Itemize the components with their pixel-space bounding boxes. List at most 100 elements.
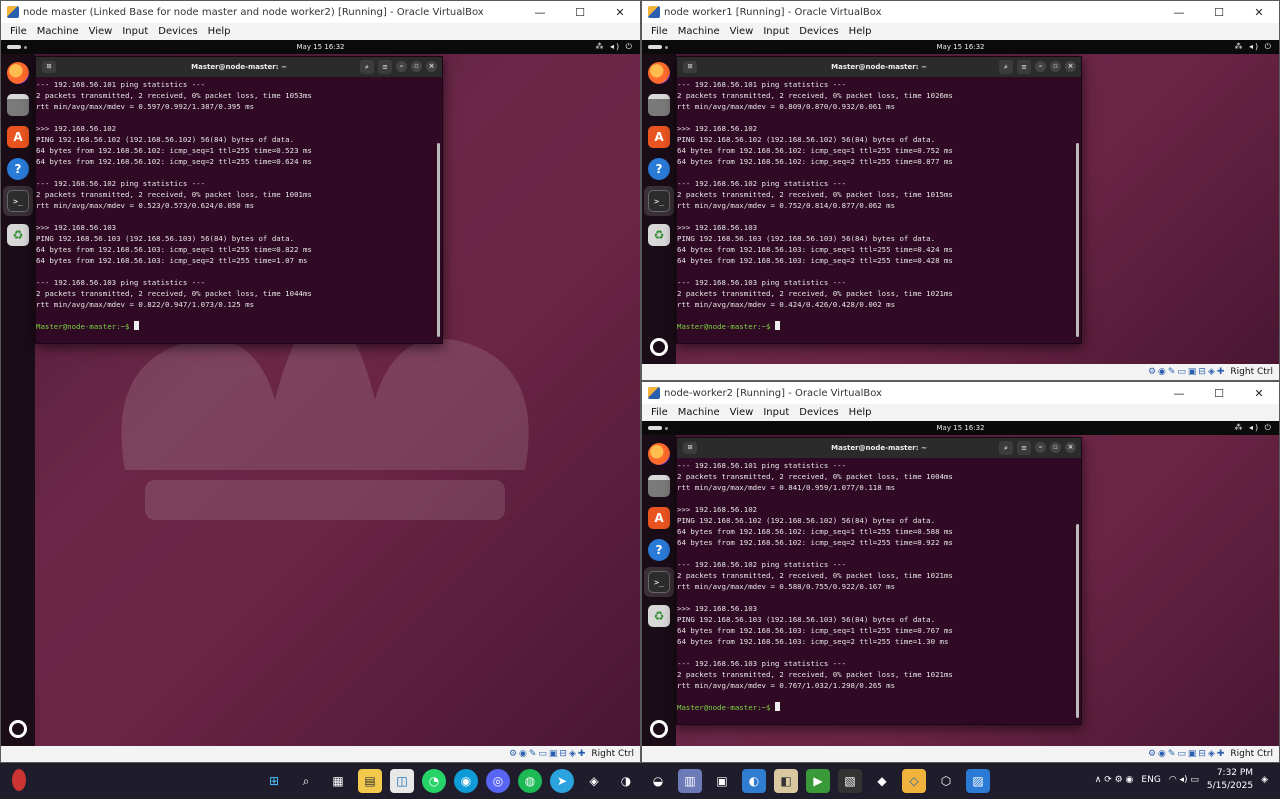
- device-status-icons[interactable]: ⚙◉✎▭▣⊟◈✚: [1148, 749, 1226, 759]
- close-button[interactable]: ✕: [1239, 387, 1279, 400]
- task-view-icon[interactable]: ▦: [326, 769, 350, 793]
- menu-help[interactable]: Help: [849, 26, 872, 37]
- terminal-window[interactable]: ⊞ Master@node-master: ~ ⌕ ≡ – ▫ × --- 19…: [676, 56, 1082, 344]
- telegram-icon[interactable]: ➤: [550, 769, 574, 793]
- system-tray[interactable]: ⁂ ◂) ⏻: [1234, 423, 1273, 433]
- menu-input[interactable]: Input: [122, 26, 148, 37]
- activities-button[interactable]: [648, 426, 662, 430]
- activities-button[interactable]: [7, 45, 21, 49]
- show-apps-icon[interactable]: [650, 338, 668, 356]
- menu-file[interactable]: File: [651, 407, 668, 418]
- menu-help[interactable]: Help: [208, 26, 231, 37]
- search-icon[interactable]: ⌕: [999, 441, 1013, 455]
- whatsapp-icon[interactable]: ◔: [422, 769, 446, 793]
- photos-icon[interactable]: ▨: [966, 769, 990, 793]
- app-center-icon[interactable]: A: [7, 126, 29, 148]
- new-tab-icon[interactable]: ⊞: [683, 61, 697, 73]
- close-button[interactable]: ✕: [600, 6, 640, 19]
- new-tab-icon[interactable]: ⊞: [683, 442, 697, 454]
- terminal-scrollbar[interactable]: [437, 143, 440, 337]
- menu-machine[interactable]: Machine: [678, 407, 720, 418]
- edge-icon[interactable]: ◉: [454, 769, 478, 793]
- network-volume-battery-icon[interactable]: ◠ ◂) ▭: [1169, 775, 1199, 785]
- chatgpt-icon[interactable]: ◈: [582, 769, 606, 793]
- close-icon[interactable]: ×: [1065, 442, 1076, 453]
- search-icon[interactable]: ⌕: [999, 60, 1013, 74]
- files-icon[interactable]: [648, 94, 670, 116]
- menu-devices[interactable]: Devices: [799, 407, 838, 418]
- firefox-icon[interactable]: [7, 62, 29, 84]
- maximize-icon[interactable]: ▫: [1050, 442, 1061, 453]
- terminal-scrollbar[interactable]: [1076, 524, 1079, 718]
- minimize-button[interactable]: —: [520, 6, 560, 19]
- guest-screen[interactable]: May 15 16:32 ⁂ ◂) ⏻ A ? >_ ♻ ⊞ Master@no…: [642, 421, 1279, 746]
- terminal-icon[interactable]: >_: [648, 190, 670, 212]
- menu-help[interactable]: Help: [849, 407, 872, 418]
- files-icon[interactable]: [648, 475, 670, 497]
- menu-input[interactable]: Input: [763, 26, 789, 37]
- app-icon[interactable]: ◧: [774, 769, 798, 793]
- show-apps-icon[interactable]: [650, 720, 668, 738]
- terminal-output[interactable]: --- 192.168.56.101 ping statistics --- 2 …: [677, 458, 1081, 724]
- menu-machine[interactable]: Machine: [678, 26, 720, 37]
- help-icon[interactable]: ?: [7, 158, 29, 180]
- file-explorer-icon[interactable]: ▤: [358, 769, 382, 793]
- thermometer-icon[interactable]: [12, 769, 26, 791]
- virtualbox-icon[interactable]: ◇: [902, 769, 926, 793]
- close-button[interactable]: ✕: [1239, 6, 1279, 19]
- firefox-icon[interactable]: [648, 443, 670, 465]
- app-center-icon[interactable]: A: [648, 126, 670, 148]
- app-icon[interactable]: ◒: [646, 769, 670, 793]
- help-icon[interactable]: ?: [648, 158, 670, 180]
- store-icon[interactable]: ◫: [390, 769, 414, 793]
- terminal-window[interactable]: ⊞ Master@node-master: ~ ⌕ ≡ – ▫ × --- 19…: [35, 56, 443, 344]
- app-icon[interactable]: ⬡: [934, 769, 958, 793]
- system-tray[interactable]: ⁂ ◂) ⏻: [595, 42, 634, 52]
- minimize-button[interactable]: —: [1159, 6, 1199, 19]
- minimize-icon[interactable]: –: [1035, 442, 1046, 453]
- menu-file[interactable]: File: [651, 26, 668, 37]
- start-icon[interactable]: ⊞: [262, 769, 286, 793]
- gnome-clock[interactable]: May 15 16:32: [296, 43, 344, 51]
- terminal-icon[interactable]: ▧: [838, 769, 862, 793]
- terminal-window[interactable]: ⊞ Master@node-master: ~ ⌕ ≡ – ▫ × --- 19…: [676, 437, 1082, 725]
- maximize-icon[interactable]: ▫: [411, 61, 422, 72]
- vscode-icon[interactable]: ◆: [870, 769, 894, 793]
- search-icon[interactable]: ⌕: [294, 769, 318, 793]
- menu-view[interactable]: View: [89, 26, 113, 37]
- terminal-icon[interactable]: >_: [648, 571, 670, 593]
- hamburger-menu-icon[interactable]: ≡: [1017, 60, 1031, 74]
- close-icon[interactable]: ×: [426, 61, 437, 72]
- new-tab-icon[interactable]: ⊞: [42, 61, 56, 73]
- terminal-header[interactable]: ⊞ Master@node-master: ~ ⌕ ≡ – ▫ ×: [677, 57, 1081, 77]
- menu-devices[interactable]: Devices: [799, 26, 838, 37]
- files-icon[interactable]: [7, 94, 29, 116]
- minimize-button[interactable]: —: [1159, 387, 1199, 400]
- vbox-window-node-master[interactable]: node master (Linked Base for node master…: [0, 0, 641, 763]
- title-bar[interactable]: node worker1 [Running] - Oracle VirtualB…: [642, 1, 1279, 23]
- help-icon[interactable]: ?: [648, 539, 670, 561]
- trash-icon[interactable]: ♻: [7, 224, 29, 246]
- title-bar[interactable]: node master (Linked Base for node master…: [1, 1, 640, 23]
- show-apps-icon[interactable]: [9, 720, 27, 738]
- maximize-button[interactable]: ☐: [560, 6, 600, 19]
- language-indicator[interactable]: ENG: [1141, 775, 1160, 785]
- app-icon[interactable]: ▣: [710, 769, 734, 793]
- spotify-icon[interactable]: ◍: [518, 769, 542, 793]
- vbox-window-node-worker1[interactable]: node worker1 [Running] - Oracle VirtualB…: [641, 0, 1280, 381]
- search-icon[interactable]: ⌕: [360, 60, 374, 74]
- hamburger-menu-icon[interactable]: ≡: [378, 60, 392, 74]
- terminal-scrollbar[interactable]: [1076, 143, 1079, 337]
- close-icon[interactable]: ×: [1065, 61, 1076, 72]
- terminal-prompt-line[interactable]: Master@node-master:~$: [36, 321, 442, 332]
- terminal-header[interactable]: ⊞ Master@node-master: ~ ⌕ ≡ – ▫ ×: [36, 57, 442, 77]
- menu-view[interactable]: View: [730, 26, 754, 37]
- guest-screen[interactable]: May 15 16:32 ⁂ ◂) ⏻ A ? >_ ♻ ⊞ Master@no…: [642, 40, 1279, 364]
- menu-view[interactable]: View: [730, 407, 754, 418]
- vbox-window-node-worker2[interactable]: node-worker2 [Running] - Oracle VirtualB…: [641, 381, 1280, 763]
- terminal-output[interactable]: --- 192.168.56.101 ping statistics --- 2 …: [36, 77, 442, 343]
- guest-screen[interactable]: May 15 16:32 ⁂ ◂) ⏻ A ? >_ ♻ ⊞ Master@no…: [1, 40, 640, 746]
- trash-icon[interactable]: ♻: [648, 605, 670, 627]
- taskbar-clock[interactable]: 7:32 PM 5/15/2025: [1207, 767, 1253, 793]
- maximize-button[interactable]: ☐: [1199, 6, 1239, 19]
